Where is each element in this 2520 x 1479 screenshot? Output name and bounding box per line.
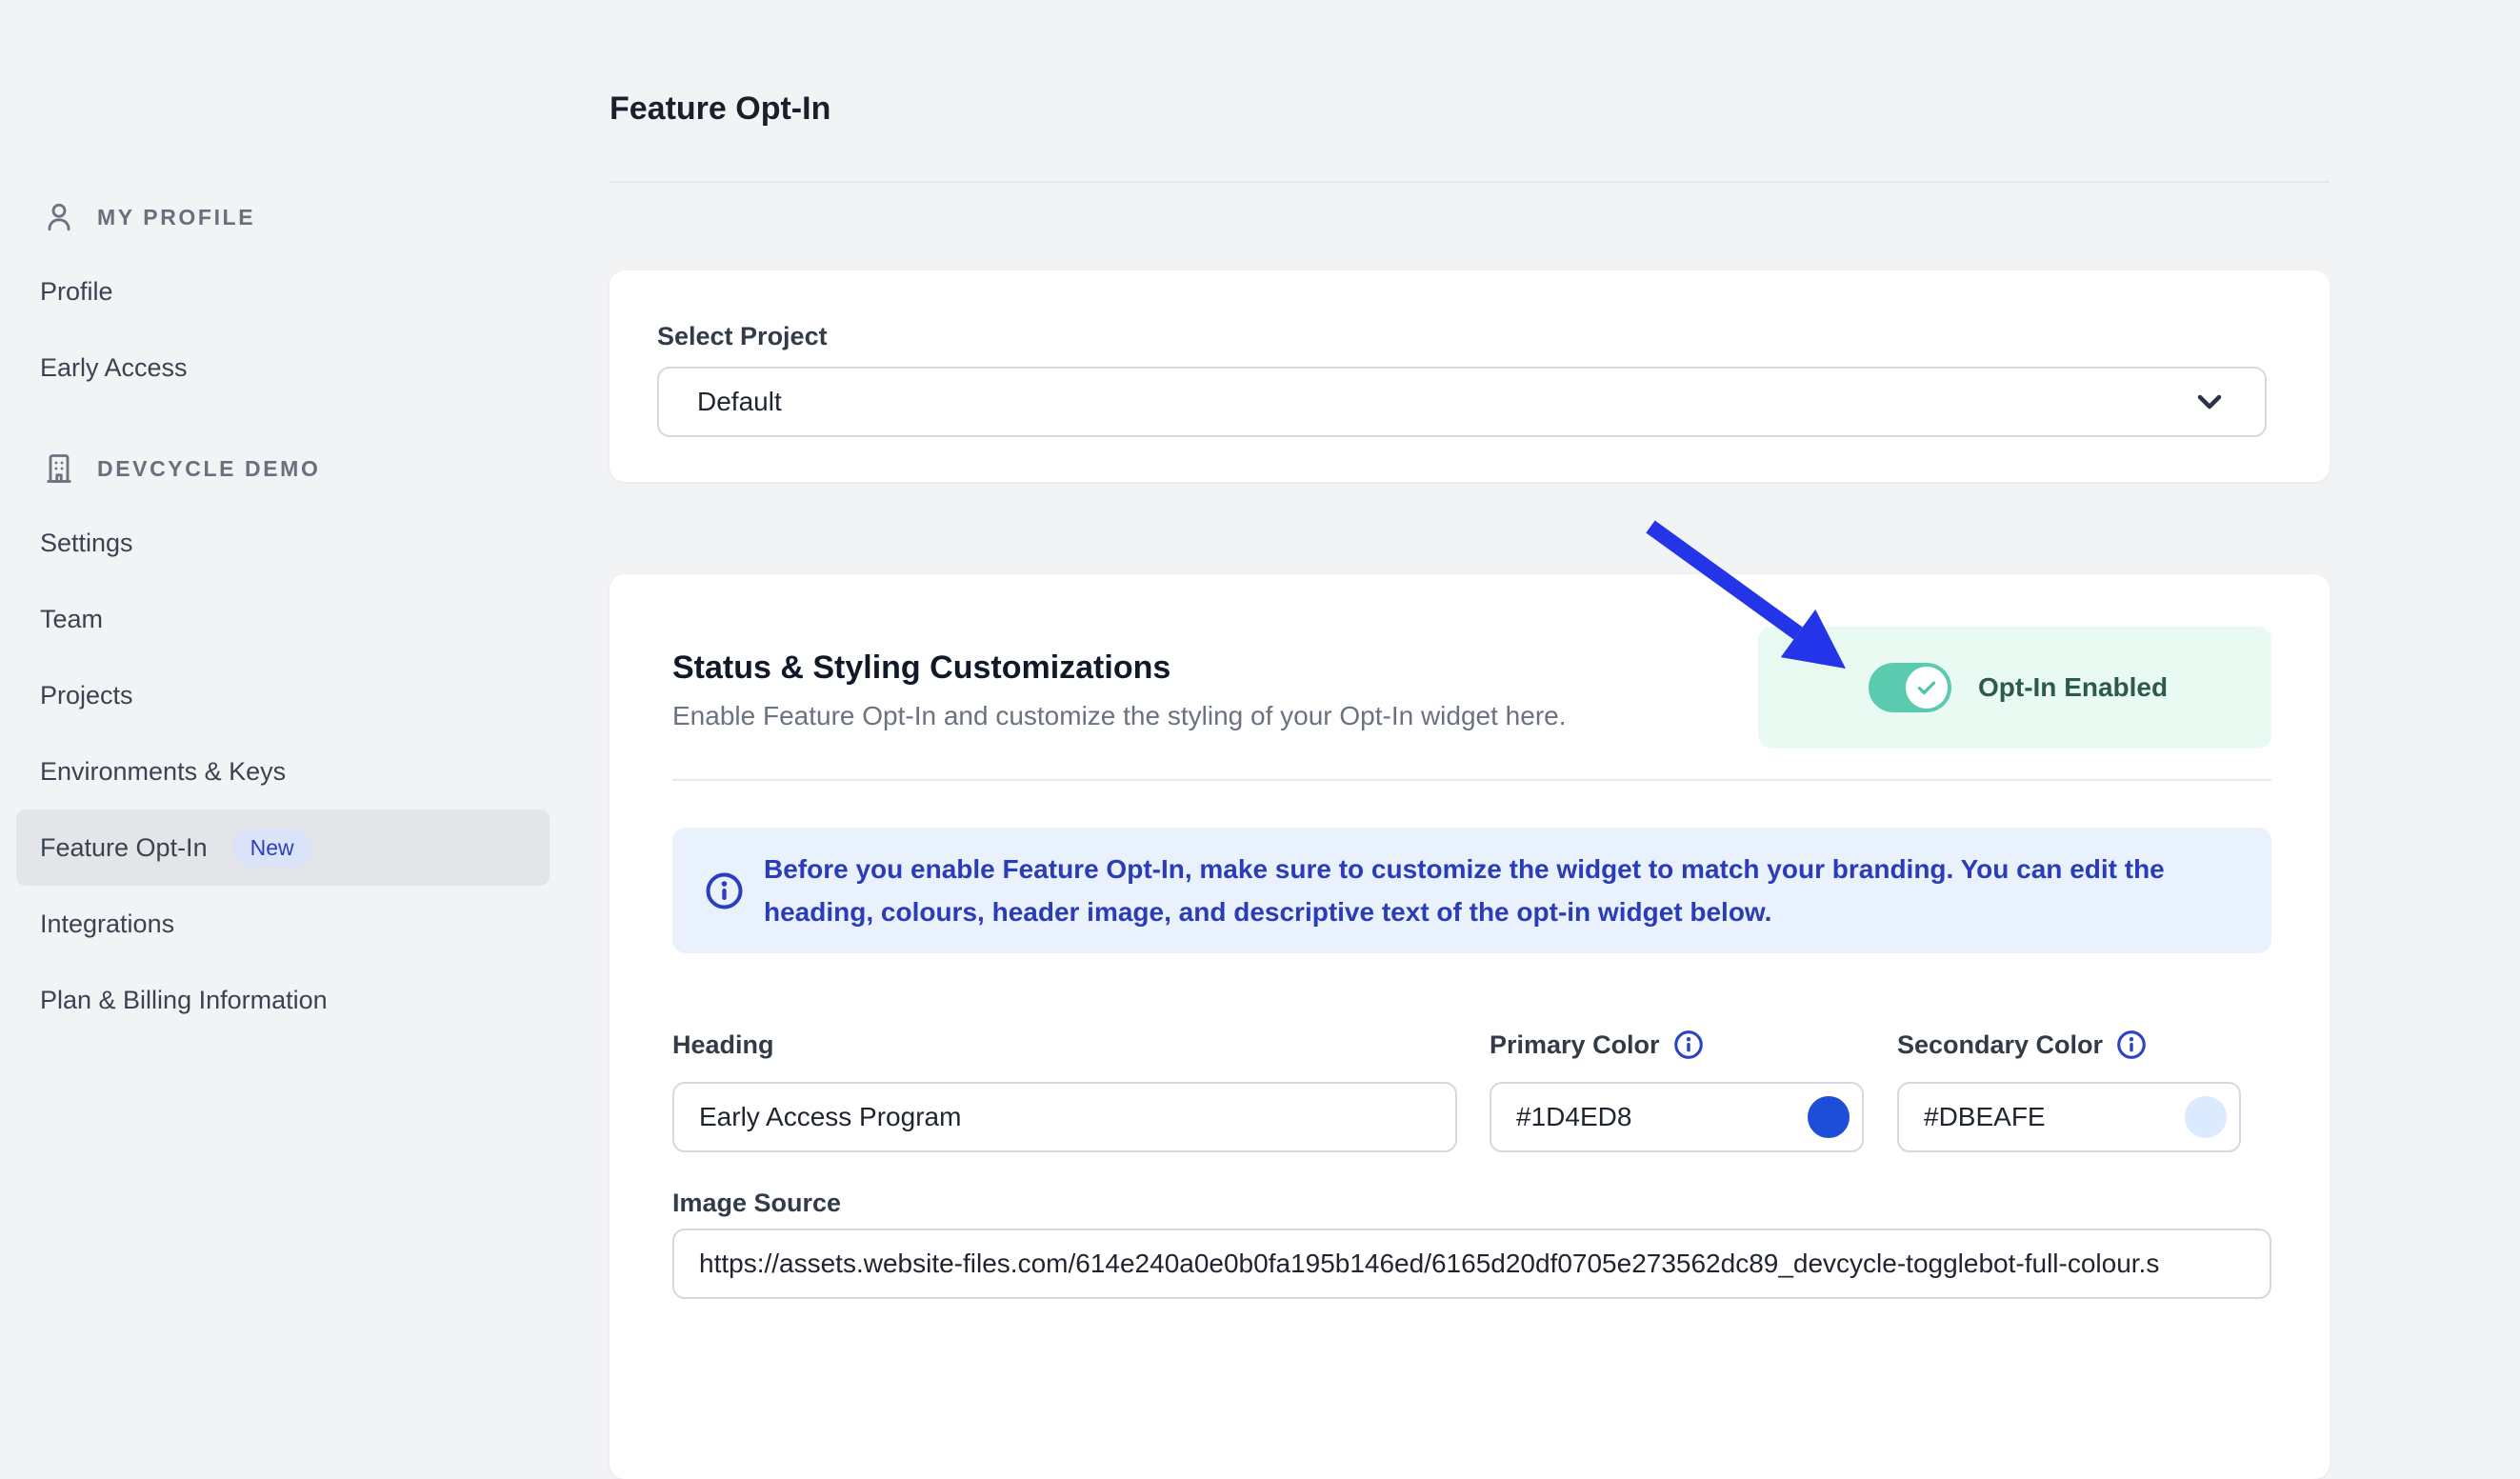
primary-color-label: Primary Color	[1490, 1029, 1660, 1061]
sidebar-section-label: MY PROFILE	[97, 205, 255, 230]
opt-in-toggle-label: Opt-In Enabled	[1978, 672, 2168, 703]
sidebar-item-label: Integrations	[40, 909, 174, 939]
sidebar-item-label: Plan & Billing Information	[40, 986, 328, 1015]
heading-input[interactable]	[672, 1082, 1457, 1152]
sidebar-item-label: Feature Opt-In	[40, 833, 208, 863]
heading-label: Heading	[672, 1029, 774, 1061]
secondary-color-swatch[interactable]	[2185, 1096, 2227, 1138]
info-icon	[705, 871, 744, 910]
user-icon	[42, 198, 76, 236]
opt-in-toggle[interactable]	[1869, 663, 1951, 712]
customization-fields-row: Heading Primary Color	[672, 1029, 2271, 1152]
select-project-label: Select Project	[657, 320, 2267, 352]
sidebar-item-label: Settings	[40, 529, 133, 558]
building-icon	[42, 450, 76, 488]
page-root: { "page": { "title": "Feature Opt-In" },…	[0, 0, 2520, 1324]
primary-color-swatch[interactable]	[1808, 1096, 1850, 1138]
primary-color-label-row: Primary Color	[1490, 1029, 1864, 1061]
image-source-input[interactable]	[672, 1229, 2271, 1299]
image-source-label: Image Source	[672, 1187, 841, 1219]
status-section-subtitle: Enable Feature Opt-In and customize the …	[672, 699, 1567, 733]
sidebar-item-early-access[interactable]: Early Access	[16, 330, 550, 406]
status-styling-card: Status & Styling Customizations Enable F…	[610, 574, 2330, 1479]
info-banner: Before you enable Feature Opt-In, make s…	[672, 828, 2271, 953]
image-source-label-row: Image Source	[672, 1187, 2271, 1219]
image-source-field: Image Source	[672, 1187, 2271, 1299]
secondary-color-input-wrap	[1897, 1061, 2241, 1152]
info-icon[interactable]	[1673, 1029, 1704, 1060]
sidebar: MY PROFILE Profile Early Access DEVCYCLE…	[16, 198, 550, 1038]
sidebar-item-settings[interactable]: Settings	[16, 505, 550, 581]
secondary-color-label-row: Secondary Color	[1897, 1029, 2241, 1061]
select-project-card: Select Project Default	[610, 270, 2330, 482]
status-header-row: Status & Styling Customizations Enable F…	[672, 574, 2271, 749]
project-select[interactable]: Default	[657, 367, 2267, 437]
primary-color-field: Primary Color	[1490, 1029, 1864, 1152]
sidebar-item-label: Environments & Keys	[40, 757, 286, 787]
primary-color-input-wrap	[1490, 1061, 1864, 1152]
new-badge: New	[232, 829, 312, 868]
sidebar-item-projects[interactable]: Projects	[16, 657, 550, 733]
main-content: Feature Opt-In Select Project Default St…	[610, 0, 2330, 1479]
sidebar-item-plan-billing[interactable]: Plan & Billing Information	[16, 962, 550, 1038]
sidebar-item-label: Projects	[40, 681, 133, 710]
sidebar-section-label: DEVCYCLE DEMO	[97, 456, 320, 482]
check-icon	[1914, 675, 1939, 700]
project-select-value: Default	[697, 387, 782, 417]
opt-in-toggle-panel: Opt-In Enabled	[1758, 627, 2271, 749]
info-icon[interactable]	[2116, 1029, 2147, 1060]
chevron-down-icon	[2190, 383, 2229, 421]
sidebar-item-environments-keys[interactable]: Environments & Keys	[16, 733, 550, 809]
secondary-color-field: Secondary Color	[1897, 1029, 2241, 1152]
sidebar-section-devcycle-demo: DEVCYCLE DEMO	[16, 450, 550, 488]
sidebar-item-feature-opt-in[interactable]: Feature Opt-In New	[16, 809, 550, 886]
status-section-title: Status & Styling Customizations	[672, 648, 1567, 688]
sidebar-item-profile[interactable]: Profile	[16, 253, 550, 330]
page-title: Feature Opt-In	[610, 0, 2330, 128]
toggle-knob	[1906, 667, 1948, 709]
sidebar-gap	[16, 406, 550, 450]
status-header-texts: Status & Styling Customizations Enable F…	[672, 627, 1567, 733]
secondary-color-label: Secondary Color	[1897, 1029, 2103, 1061]
sidebar-section-my-profile: MY PROFILE	[16, 198, 550, 236]
sidebar-item-label: Profile	[40, 277, 113, 307]
info-banner-text: Before you enable Feature Opt-In, make s…	[764, 848, 2192, 933]
sidebar-item-label: Team	[40, 605, 103, 634]
heading-field: Heading	[672, 1029, 1457, 1152]
status-divider	[672, 779, 2271, 781]
sidebar-item-integrations[interactable]: Integrations	[16, 886, 550, 962]
sidebar-item-label: Early Access	[40, 353, 188, 383]
sidebar-item-team[interactable]: Team	[16, 581, 550, 657]
title-divider	[610, 181, 2330, 183]
heading-label-row: Heading	[672, 1029, 1457, 1061]
